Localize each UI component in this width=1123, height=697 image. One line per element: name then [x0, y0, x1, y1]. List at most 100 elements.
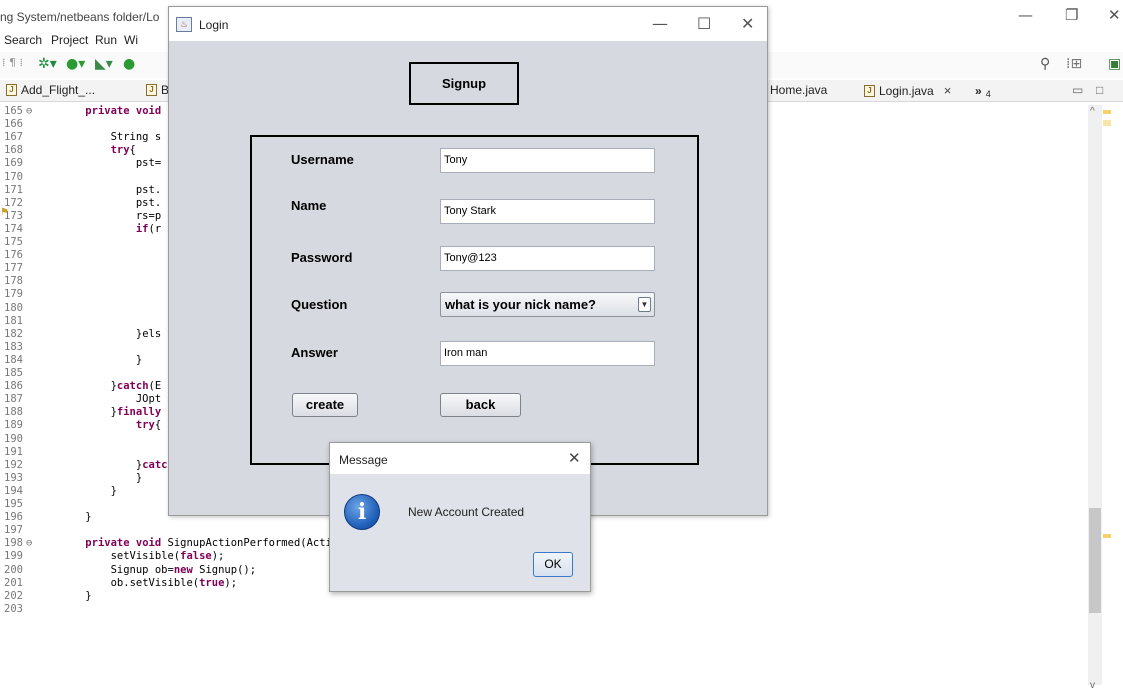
- code-line: rs=p: [135, 209, 162, 222]
- line-number: 192: [4, 458, 23, 471]
- question-label: Question: [291, 297, 348, 312]
- create-button[interactable]: create: [292, 393, 358, 417]
- login-minimize-icon[interactable]: —: [652, 14, 668, 33]
- ide-minimize-icon[interactable]: —: [1018, 6, 1033, 24]
- tab-login[interactable]: J Login.java ×: [864, 83, 951, 98]
- scroll-up-icon[interactable]: ^: [1090, 106, 1095, 117]
- dropdown-arrow-icon[interactable]: ▼: [638, 297, 651, 312]
- ide-restore-icon[interactable]: ❐: [1065, 6, 1078, 24]
- scroll-down-icon[interactable]: v: [1090, 680, 1095, 691]
- line-number: 202: [4, 589, 23, 602]
- java-file-icon: J: [146, 84, 157, 96]
- login-close-icon[interactable]: ✕: [741, 14, 754, 33]
- line-number: 199: [4, 550, 23, 563]
- tab-label: Login.java: [879, 83, 934, 98]
- name-field[interactable]: Tony Stark: [440, 199, 655, 224]
- line-number: 171: [4, 183, 23, 196]
- tabs-overflow[interactable]: » 4: [975, 83, 991, 99]
- code-line: }catch(E: [60, 380, 162, 393]
- debug-config-icon[interactable]: ✲▾: [38, 56, 57, 72]
- code-line: }: [60, 353, 143, 366]
- signup-heading: Signup: [409, 62, 519, 105]
- line-number: 191: [4, 445, 23, 458]
- menu-project[interactable]: Project: [51, 33, 88, 47]
- line-number: 178: [4, 275, 23, 288]
- tabs-overflow-icon: »: [975, 84, 982, 98]
- java-file-icon: J: [864, 84, 875, 97]
- line-number: 200: [4, 563, 23, 576]
- menu-window[interactable]: Wi: [124, 33, 138, 47]
- line-number: 182: [4, 327, 23, 340]
- maximize-view-icon[interactable]: □: [1096, 83, 1103, 97]
- line-number: 188: [4, 406, 23, 419]
- build-icon[interactable]: ◣▾: [95, 56, 113, 72]
- fold-icon[interactable]: ⊖: [26, 537, 32, 550]
- code-line: try{: [135, 419, 162, 432]
- line-number: 179: [4, 288, 23, 301]
- line-number: 195: [4, 498, 23, 510]
- password-field[interactable]: Tony@123: [440, 246, 655, 271]
- message-title-bar[interactable]: Message ✕: [330, 443, 590, 474]
- line-number: 180: [4, 301, 23, 314]
- separator-icon: ⁞ ¶ ⁞: [2, 56, 23, 69]
- code-line: JOpt: [135, 393, 162, 406]
- line-number: 172: [4, 196, 23, 209]
- login-maximize-icon[interactable]: ☐: [697, 14, 711, 33]
- menu-run[interactable]: Run: [95, 33, 117, 47]
- line-number: 203: [4, 602, 23, 615]
- code-line: }els: [60, 327, 162, 340]
- message-dialog: Message ✕ i New Account Created OK: [329, 442, 591, 592]
- editor-vertical-scrollbar[interactable]: [1088, 105, 1102, 685]
- ide-close-icon[interactable]: ✕: [1108, 6, 1121, 24]
- tab-close-icon[interactable]: ×: [944, 83, 952, 98]
- tab-home[interactable]: Home.java: [770, 83, 827, 97]
- profile-icon[interactable]: ●: [123, 56, 135, 72]
- line-number: 173: [4, 209, 23, 222]
- overview-marker[interactable]: [1103, 534, 1111, 538]
- fold-icon[interactable]: ⊖: [26, 105, 32, 118]
- java-perspective-icon[interactable]: ▣: [1108, 56, 1121, 72]
- line-number: 181: [4, 314, 23, 327]
- code-line: ob.setVisible(true);: [110, 576, 238, 589]
- question-select[interactable]: what is your nick name? ▼: [440, 292, 655, 317]
- ok-button[interactable]: OK: [533, 552, 573, 577]
- tab-label: Home.java: [770, 83, 828, 97]
- login-window-title: Login: [199, 18, 229, 32]
- minimize-view-icon[interactable]: ▭: [1072, 83, 1083, 97]
- line-number: 174: [4, 222, 23, 235]
- code-line: }: [60, 511, 92, 524]
- menu-search[interactable]: Search: [4, 33, 42, 47]
- line-number: 186: [4, 380, 23, 393]
- line-number: 185: [4, 367, 23, 379]
- username-field[interactable]: Tony: [440, 148, 655, 173]
- line-number: 187: [4, 393, 23, 406]
- name-label: Name: [291, 198, 327, 213]
- perspective-icon[interactable]: ⁞⊞: [1066, 56, 1082, 72]
- scrollbar-thumb[interactable]: [1089, 508, 1101, 613]
- tab-label: Add_Flight_...: [21, 83, 96, 97]
- overview-marker[interactable]: [1103, 110, 1111, 114]
- code-line: setVisible(false);: [110, 550, 225, 563]
- run-icon[interactable]: ●▾: [66, 56, 85, 72]
- line-number: 189: [4, 419, 23, 432]
- code-line: }finally: [60, 406, 162, 419]
- line-number: 170: [4, 170, 23, 183]
- info-icon: i: [344, 494, 380, 530]
- tab-b[interactable]: J B: [146, 83, 169, 97]
- line-number: 201: [4, 576, 23, 589]
- message-close-icon[interactable]: ✕: [568, 449, 581, 467]
- warning-icon[interactable]: ⚑: [0, 207, 9, 218]
- back-button[interactable]: back: [440, 393, 521, 417]
- overview-marker[interactable]: [1103, 120, 1111, 126]
- answer-field[interactable]: Iron man: [440, 341, 655, 366]
- code-line: Signup ob=new Signup();: [110, 563, 257, 576]
- tab-add-flight[interactable]: J Add_Flight_...: [6, 83, 95, 97]
- login-window: ♨ Login — ☐ ✕ Signup Username Tony Name …: [168, 6, 768, 516]
- login-title-bar[interactable]: ♨ Login — ☐ ✕: [169, 7, 767, 41]
- search-icon[interactable]: ⚲: [1040, 56, 1050, 72]
- line-number: 183: [4, 340, 23, 353]
- java-app-icon: ♨: [176, 17, 192, 32]
- code-line: try{: [110, 144, 136, 157]
- code-line: private void: [85, 105, 162, 117]
- code-line: }: [60, 589, 92, 602]
